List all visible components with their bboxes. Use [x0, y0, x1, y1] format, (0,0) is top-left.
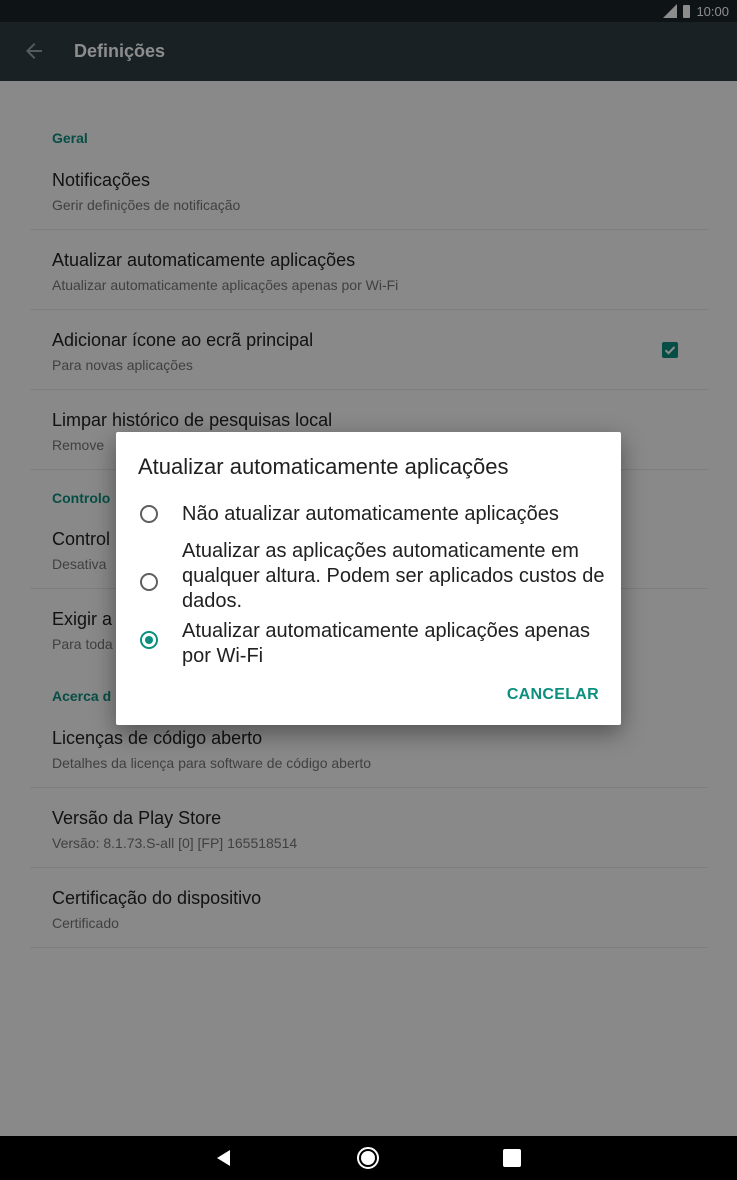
- radio-button-selected[interactable]: [140, 631, 158, 649]
- option-auto-update-any-time[interactable]: Atualizar as aplicações automaticamente …: [138, 539, 608, 614]
- nav-recents-icon[interactable]: [502, 1148, 522, 1168]
- dialog-title: Atualizar automaticamente aplicações: [138, 454, 509, 479]
- option-label: Não atualizar automaticamente aplicações: [182, 503, 559, 525]
- radio-button[interactable]: [140, 573, 158, 591]
- option-auto-update-wifi[interactable]: Atualizar automaticamente aplicações ape…: [138, 619, 608, 669]
- radio-button[interactable]: [140, 505, 158, 523]
- nav-home-icon[interactable]: [356, 1146, 380, 1170]
- auto-update-dialog: Atualizar automaticamente aplicações Não…: [116, 432, 621, 725]
- nav-back-icon[interactable]: [214, 1148, 234, 1168]
- option-no-auto-update[interactable]: Não atualizar automaticamente aplicações: [138, 502, 608, 527]
- option-label: Atualizar as aplicações automaticamente …: [182, 540, 605, 612]
- cancel-button[interactable]: CANCELAR: [507, 686, 599, 704]
- option-label: Atualizar automaticamente aplicações ape…: [182, 620, 591, 667]
- navigation-bar: [0, 1136, 737, 1180]
